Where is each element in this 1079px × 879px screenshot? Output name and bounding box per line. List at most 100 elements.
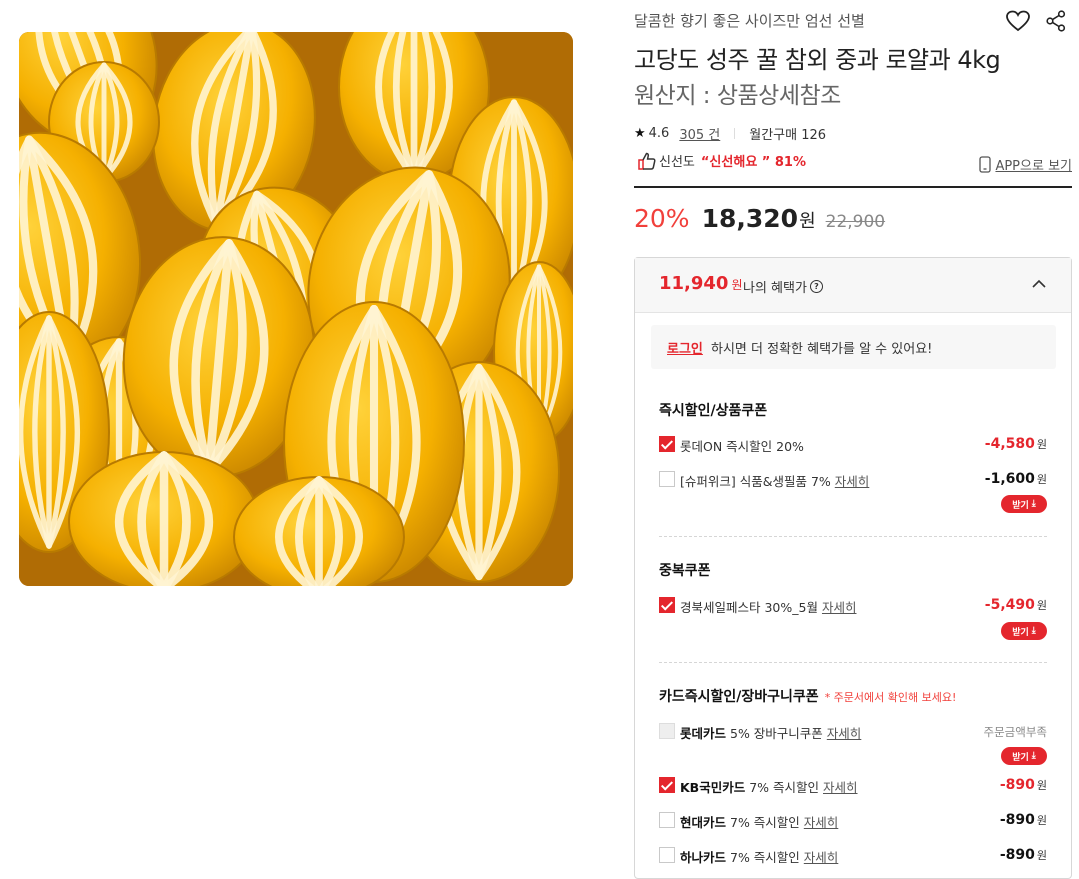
card-amount-unit: 원 bbox=[1036, 779, 1047, 792]
card-detail-link[interactable]: 자세히 bbox=[804, 850, 839, 865]
freshness-row: 신선도 “신선해요 ” 81% bbox=[638, 151, 806, 170]
star-icon: ★ bbox=[634, 126, 646, 141]
divider bbox=[734, 128, 736, 139]
share-icon bbox=[1046, 10, 1066, 32]
chevron-up-icon[interactable] bbox=[1029, 274, 1049, 294]
coupon-amount: -5,490 원 bbox=[985, 597, 1047, 613]
card-amount-note: 주문금액부족 bbox=[983, 725, 1047, 739]
rating-row: ★ 4.6 305 건 월간구매 126 bbox=[634, 124, 826, 143]
card-detail-link[interactable]: 자세히 bbox=[823, 780, 858, 795]
get-coupon-button[interactable]: 받기 ⤓ bbox=[1001, 495, 1047, 513]
card-row: 롯데카드 5% 장바구니쿠폰 자세히 주문금액부족 bbox=[659, 723, 1047, 743]
card-label: 롯데카드 5% 장바구니쿠폰 자세히 bbox=[680, 723, 861, 742]
coupon-label: [슈퍼위크] 식품&생필품 7% 자세히 bbox=[680, 471, 869, 490]
benefit-label: 나의 혜택가 ? bbox=[743, 277, 823, 296]
card-amount-value: -890 bbox=[999, 812, 1035, 828]
product-origin: 원산지 : 상품상세참조 bbox=[634, 83, 841, 109]
card-label: 하나카드 7% 즉시할인 자세히 bbox=[680, 847, 838, 866]
get-coupon-label: 받기 bbox=[1012, 752, 1029, 763]
login-notice: 로그인 하시면 더 정확한 혜택가를 알 수 있어요! bbox=[651, 325, 1056, 369]
download-icon: ⤓ bbox=[1031, 499, 1036, 509]
coupon-row: 롯데ON 즉시할인 20% -4,580 원 bbox=[659, 436, 1047, 456]
header-divider bbox=[634, 186, 1072, 188]
card-amount: -890 원 bbox=[1000, 847, 1047, 863]
get-coupon-button[interactable]: 받기 ⤓ bbox=[1001, 747, 1047, 765]
card-row: 하나카드 7% 즉시할인 자세히 -890 원 bbox=[659, 847, 1047, 867]
card-label-text: 7% 즉시할인 bbox=[745, 780, 819, 795]
benefit-price: 11,940 원 bbox=[659, 273, 743, 294]
phone-icon bbox=[979, 156, 992, 173]
card-label-text: 5% 장바구니쿠폰 bbox=[726, 726, 823, 741]
card-detail-link[interactable]: 자세히 bbox=[827, 726, 862, 741]
get-coupon-label: 받기 bbox=[1012, 500, 1029, 511]
coupon-amount: -1,600 원 bbox=[985, 471, 1047, 487]
coupon-amount-unit: 원 bbox=[1036, 438, 1047, 451]
card-brand: 롯데카드 bbox=[680, 726, 727, 741]
monthly-sales: 월간구매 126 bbox=[749, 128, 827, 143]
download-icon: ⤓ bbox=[1031, 751, 1036, 761]
coupon-detail-link[interactable]: 자세히 bbox=[835, 474, 870, 489]
card-amount-value: -890 bbox=[999, 777, 1035, 793]
coupon-amount-unit: 원 bbox=[1036, 599, 1047, 612]
share-button[interactable] bbox=[1043, 8, 1069, 34]
card-detail-link[interactable]: 자세히 bbox=[804, 815, 839, 830]
coupon-amount-value: -4,580 bbox=[984, 436, 1035, 452]
coupon-label: 경북세일페스타 30%_5월 자세히 bbox=[680, 597, 856, 616]
section-title-card-discount: 카드즉시할인/장바구니쿠폰 * 주문서에서 확인해 보세요! bbox=[659, 686, 956, 706]
sale-price-unit: 원 bbox=[799, 211, 816, 232]
login-link[interactable]: 로그인 bbox=[667, 338, 703, 357]
coupon-checkbox[interactable] bbox=[659, 597, 675, 613]
heart-icon bbox=[1006, 10, 1030, 32]
coupon-amount-value: -1,600 bbox=[984, 471, 1035, 487]
benefit-price-unit: 원 bbox=[731, 278, 743, 292]
coupon-checkbox[interactable] bbox=[659, 471, 675, 487]
original-price: 22,900 bbox=[825, 212, 886, 232]
section-divider bbox=[659, 662, 1047, 663]
product-image[interactable] bbox=[19, 32, 573, 586]
like-button[interactable] bbox=[1005, 8, 1031, 34]
rating-score: 4.6 bbox=[648, 126, 670, 141]
section-title-duplicate-coupon: 중복쿠폰 bbox=[659, 563, 711, 579]
card-amount-unit: 원 bbox=[1036, 849, 1047, 862]
card-checkbox[interactable] bbox=[659, 723, 675, 739]
price-row: 20% 18,320 원 22,900 bbox=[634, 204, 885, 233]
section-title-instant-discount: 즉시할인/상품쿠폰 bbox=[659, 403, 768, 419]
login-notice-text: 하시면 더 정확한 혜택가를 알 수 있어요! bbox=[711, 342, 933, 357]
benefit-label-text: 나의 혜택가 bbox=[743, 281, 807, 296]
product-subtitle: 달콤한 향기 좋은 사이즈만 엄선 선별 bbox=[634, 12, 865, 30]
card-label: 현대카드 7% 즉시할인 자세히 bbox=[680, 812, 838, 831]
freshness-value: “신선해요 ” 81% bbox=[700, 155, 806, 170]
card-checkbox[interactable] bbox=[659, 777, 675, 793]
card-checkbox[interactable] bbox=[659, 847, 675, 863]
coupon-label: 롯데ON 즉시할인 20% bbox=[680, 439, 804, 454]
card-row: 현대카드 7% 즉시할인 자세히 -890 원 bbox=[659, 812, 1047, 832]
help-icon[interactable]: ? bbox=[809, 280, 823, 293]
section-title-text: 카드즉시할인/장바구니쿠폰 bbox=[659, 689, 819, 705]
card-checkbox[interactable] bbox=[659, 812, 675, 828]
card-label-text: 7% 즉시할인 bbox=[726, 850, 800, 865]
card-brand: 하나카드 bbox=[680, 850, 727, 865]
benefit-header[interactable]: 11,940 원 나의 혜택가 ? bbox=[635, 258, 1071, 313]
card-amount-unit: 원 bbox=[1036, 814, 1047, 827]
coupon-amount-value: -5,490 bbox=[984, 597, 1035, 613]
coupon-checkbox[interactable] bbox=[659, 436, 675, 452]
discount-rate: 20% bbox=[634, 204, 690, 233]
sale-price: 18,320 bbox=[701, 204, 799, 233]
get-coupon-button[interactable]: 받기 ⤓ bbox=[1001, 622, 1047, 640]
app-view-label: APP으로 보기 bbox=[995, 159, 1072, 174]
review-count-link[interactable]: 305 건 bbox=[679, 124, 720, 143]
coupon-detail-link[interactable]: 자세히 bbox=[822, 600, 857, 615]
section-divider bbox=[659, 536, 1047, 537]
card-label-text: 7% 즉시할인 bbox=[726, 815, 800, 830]
get-coupon-label: 받기 bbox=[1012, 627, 1029, 638]
coupon-row: [슈퍼위크] 식품&생필품 7% 자세히 -1,600 원 bbox=[659, 471, 1047, 491]
coupon-row: 경북세일페스타 30%_5월 자세히 -5,490 원 bbox=[659, 597, 1047, 617]
benefit-price-value: 11,940 bbox=[659, 273, 729, 294]
coupon-label-text: 경북세일페스타 30%_5월 bbox=[680, 600, 818, 615]
download-icon: ⤓ bbox=[1031, 626, 1036, 636]
section-note: * 주문서에서 확인해 보세요! bbox=[824, 691, 957, 704]
product-title: 고당도 성주 꿀 참외 중과 로얄과 4kg bbox=[634, 46, 1001, 74]
freshness-label: 신선도 bbox=[659, 155, 695, 170]
app-view-link[interactable]: APP으로 보기 bbox=[979, 155, 1072, 174]
benefit-panel: 11,940 원 나의 혜택가 ? 로그인 하시면 더 정확한 혜택가를 알 수 … bbox=[634, 257, 1072, 879]
